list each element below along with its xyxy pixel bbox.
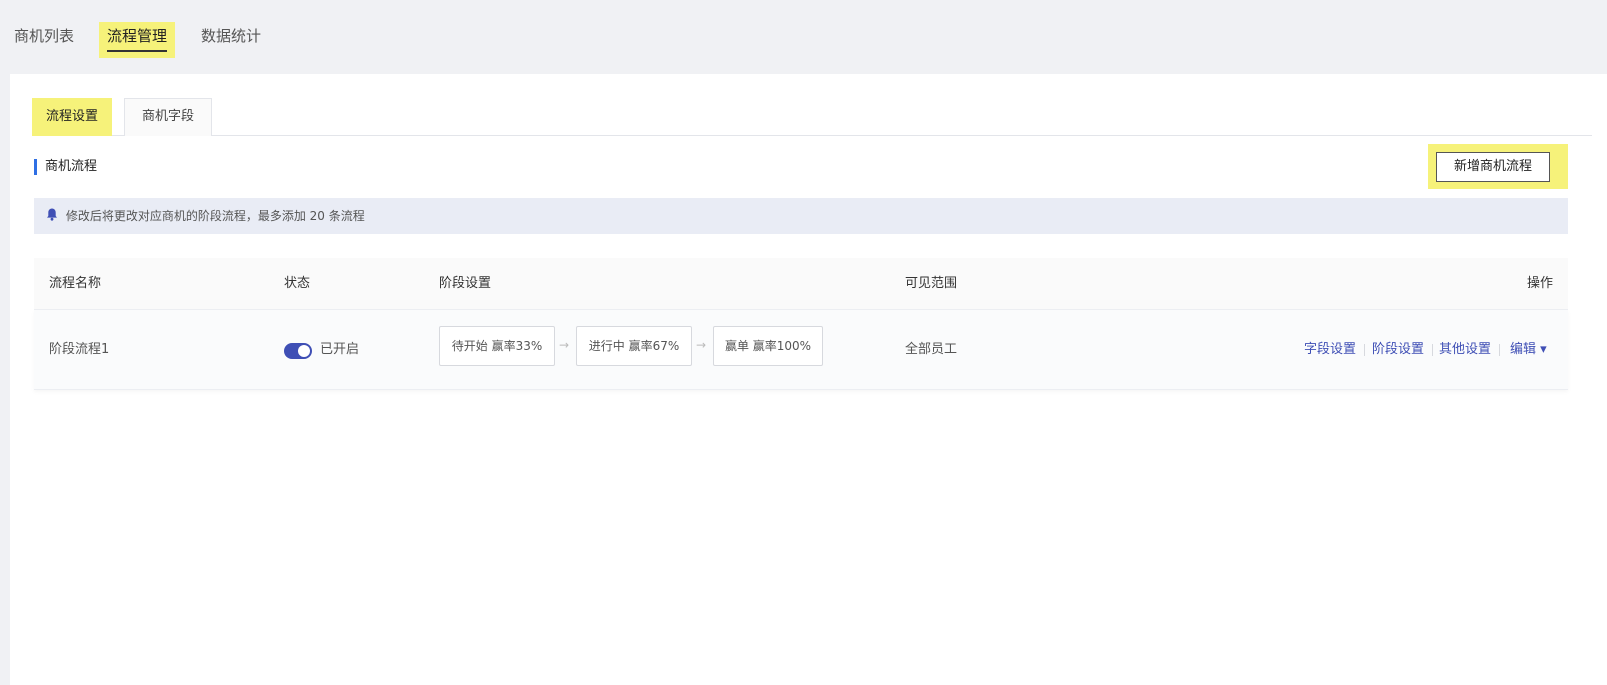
table-header: 流程名称 状态 阶段设置 可见范围 操作 — [34, 258, 1568, 310]
stage-tag: 待开始 赢率33% — [439, 326, 555, 366]
process-name: 阶段流程1 — [49, 342, 110, 357]
stage-settings-link[interactable]: 阶段设置 — [1372, 310, 1424, 390]
column-header-scope: 可见范围 — [905, 276, 958, 291]
tab-process-management[interactable]: 流程管理 — [99, 22, 176, 58]
column-header-name: 流程名称 — [49, 276, 102, 291]
table-row: 阶段流程1 已开启 待开始 赢率33% → 进行中 赢率67% → 赢单 赢率1… — [34, 310, 1568, 390]
section-title: 商机流程 — [34, 159, 97, 175]
visible-scope: 全部员工 — [905, 342, 958, 357]
arrow-right-icon: → — [559, 338, 570, 352]
edit-dropdown[interactable]: 编辑 ▾ — [1510, 310, 1547, 390]
process-table: 流程名称 状态 阶段设置 可见范围 操作 阶段流程1 已开启 待开始 赢率33%… — [34, 258, 1568, 390]
divider — [1499, 344, 1500, 356]
status-toggle[interactable] — [284, 343, 312, 359]
divider — [1432, 344, 1433, 356]
divider — [1364, 344, 1365, 356]
main-panel: 流程设置 商机字段 商机流程 新增商机流程 修改后将更改对应商机的阶段流程，最多… — [10, 74, 1607, 685]
arrow-right-icon: → — [696, 338, 707, 352]
sub-tab-bar: 流程设置 商机字段 — [32, 96, 1592, 136]
notice-text: 修改后将更改对应商机的阶段流程，最多添加 20 条流程 — [65, 209, 365, 223]
column-header-status: 状态 — [284, 276, 311, 291]
field-settings-link[interactable]: 字段设置 — [1304, 310, 1356, 390]
column-header-actions: 操作 — [1526, 276, 1553, 291]
add-process-button[interactable]: 新增商机流程 — [1436, 152, 1550, 182]
tab-opportunity-fields[interactable]: 商机字段 — [124, 98, 212, 136]
column-header-stages: 阶段设置 — [439, 276, 492, 291]
notice-bar: 修改后将更改对应商机的阶段流程，最多添加 20 条流程 — [34, 198, 1568, 234]
tab-data-statistics[interactable]: 数据统计 — [193, 22, 269, 58]
bell-icon — [46, 199, 58, 235]
add-button-highlight: 新增商机流程 — [1428, 144, 1568, 189]
tab-process-settings[interactable]: 流程设置 — [32, 98, 112, 136]
stage-tag: 赢单 赢率100% — [713, 326, 823, 366]
top-nav: 商机列表 流程管理 数据统计 — [0, 0, 1607, 74]
toggle-knob — [298, 345, 310, 357]
stage-tag: 进行中 赢率67% — [576, 326, 692, 366]
other-settings-link[interactable]: 其他设置 — [1439, 310, 1491, 390]
status-label: 已开启 — [320, 342, 360, 357]
tab-opportunity-list[interactable]: 商机列表 — [6, 22, 82, 58]
